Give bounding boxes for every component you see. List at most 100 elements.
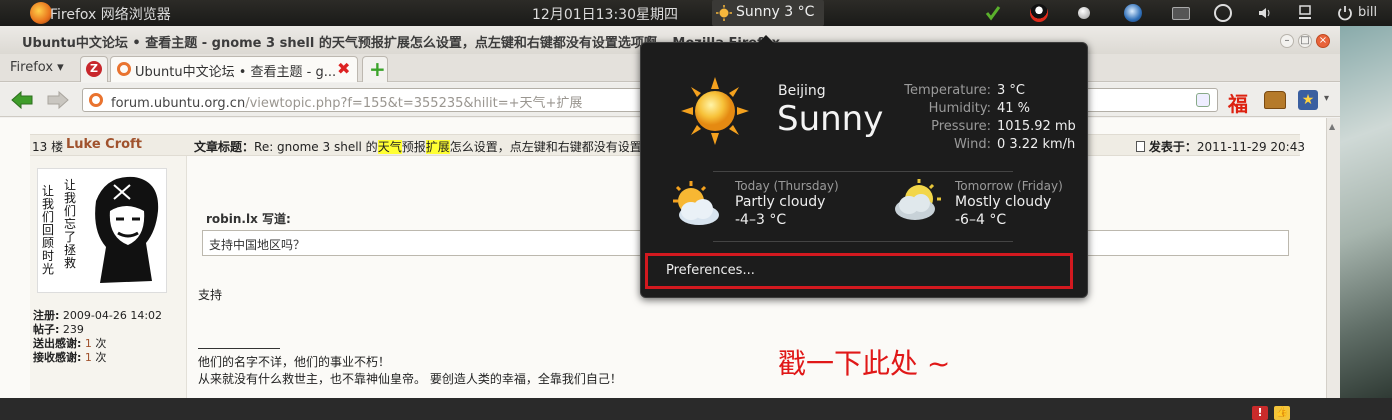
ubuntu-favicon-icon — [117, 62, 131, 76]
app-menu[interactable]: Firefox 网络浏览器 — [50, 4, 171, 24]
power-icon[interactable] — [1336, 4, 1354, 22]
thanks-recv-value[interactable]: 1 — [85, 351, 92, 364]
today-label: Today (Thursday) — [735, 179, 839, 193]
author-stats: 注册: 2009-04-26 14:02 帖子: 239 送出感谢: 1 次 接… — [33, 309, 162, 365]
thumbs-up-icon[interactable]: 👍 — [1274, 406, 1290, 420]
post-floor: 13 楼 — [32, 140, 64, 154]
avatar-text-right: 让我们忘了拯救 — [64, 178, 77, 270]
humidity-value: 41 % — [997, 101, 1031, 116]
subject-label: 文章标题： — [194, 140, 255, 154]
back-arrow-icon[interactable] — [10, 90, 34, 110]
divider — [713, 171, 1013, 172]
weather-popup: Beijing Sunny Temperature: 3 °C Humidity… — [640, 35, 1088, 298]
wind-label: Wind: — [953, 137, 991, 152]
sun-icon — [716, 5, 732, 21]
close-window-button[interactable]: × — [1316, 34, 1330, 48]
close-tab-icon[interactable]: ✖ — [337, 59, 350, 78]
post-date-group: 发表于：2011-11-29 20:43 — [1136, 138, 1305, 155]
temperature-value: 3 °C — [997, 83, 1025, 98]
site-identity-icon — [89, 93, 103, 107]
new-tab-button[interactable]: + — [362, 56, 388, 82]
forward-arrow-icon[interactable] — [46, 90, 70, 110]
tab-title: Ubuntu中文论坛 • 查看主题 - g... — [135, 65, 337, 80]
post-subject: 文章标题：Re: gnome 3 shell 的天气预报扩展怎么设置，点左键和右… — [194, 138, 678, 155]
zotero-icon: Z — [86, 61, 102, 77]
mostly-cloudy-icon — [895, 179, 941, 220]
city-name: Beijing — [778, 83, 826, 99]
today-temp: -4–3 °C — [735, 212, 787, 228]
subject-mid: 预报 — [401, 140, 426, 154]
subject-pre: Re: gnome 3 shell 的 — [254, 140, 378, 154]
weather-indicator-label: Sunny 3 °C — [736, 4, 815, 20]
author-profile: 让我们回顾时光 让我们忘了拯救 注册: 2009-04-26 14:02 帖子:… — [30, 156, 187, 398]
user-name[interactable]: bill — [1358, 5, 1377, 20]
quote-author: robin.lx 写道: — [206, 212, 291, 226]
fu-charm-icon[interactable]: 福 — [1228, 88, 1248, 117]
record-icon[interactable] — [1078, 7, 1090, 19]
posted-label: 发表于： — [1148, 140, 1197, 154]
top-panel: Firefox 网络浏览器 12月01日13:30星期四 Sunny 3 °C … — [0, 0, 1392, 26]
volume-icon[interactable] — [1256, 4, 1274, 22]
check-icon[interactable] — [984, 4, 1002, 22]
quote-text: 支持中国地区吗？ — [209, 238, 306, 252]
divider-2 — [713, 241, 1013, 242]
maximize-button[interactable]: □ — [1298, 34, 1312, 48]
qq-icon[interactable] — [1030, 4, 1048, 22]
avatar-text-left: 让我们回顾时光 — [42, 184, 55, 276]
scroll-up-icon[interactable]: ▲ — [1329, 122, 1335, 131]
signature-line-1: 他们的名字不详，他们的事业不朽！ — [198, 355, 391, 369]
posts-label: 帖子: — [33, 323, 60, 336]
post-icon — [1136, 141, 1145, 152]
popup-caret — [758, 35, 774, 43]
posted-date: 2011-11-29 20:43 — [1196, 140, 1305, 154]
tomorrow-condition: Mostly cloudy — [955, 194, 1052, 210]
url-path: /viewtopic.php?f=155&t=355235&hilit=+天气+… — [245, 96, 583, 111]
post-author[interactable]: Luke Croft — [66, 137, 142, 152]
menu-chevron-icon[interactable]: ▾ — [1324, 93, 1329, 104]
bookmark-star-icon[interactable]: ★ — [1298, 90, 1318, 110]
firefox-menu-label: Firefox — [10, 60, 54, 75]
signature-divider — [198, 348, 280, 349]
tab-active[interactable]: Ubuntu中文论坛 • 查看主题 - g... ✖ — [110, 56, 358, 82]
firefox-logo-icon[interactable] — [30, 2, 52, 24]
reg-value: 2009-04-26 14:02 — [62, 309, 163, 322]
sunny-large-icon — [681, 77, 749, 145]
subject-highlight-2: 扩展 — [425, 140, 450, 154]
tomorrow-label: Tomorrow (Friday) — [955, 179, 1063, 193]
preferences-menu-item[interactable]: Preferences... — [645, 253, 1073, 289]
treasure-icon[interactable] — [1264, 91, 1286, 109]
annotation-text: 戳一下此处 ~ — [778, 347, 951, 380]
report-icon[interactable]: ! — [1252, 406, 1268, 420]
url-host: forum.ubuntu.org.cn — [111, 96, 246, 111]
plus-icon: + — [369, 57, 386, 81]
avatar[interactable]: 让我们回顾时光 让我们忘了拯救 — [37, 168, 167, 293]
rss-icon[interactable] — [1196, 93, 1210, 107]
signature-line-2: 从来就没有什么救世主，也不靠神仙皇帝。 要创造人类的幸福，全靠我们自己！ — [198, 372, 622, 386]
minimize-button[interactable]: – — [1280, 34, 1294, 48]
weather-indicator[interactable]: Sunny 3 °C — [712, 0, 824, 26]
thanks-recv-label: 接收感谢: — [33, 351, 82, 364]
accessibility-icon[interactable] — [1214, 4, 1232, 22]
portrait-icon — [95, 176, 159, 283]
tomorrow-temp: -6–4 °C — [955, 212, 1007, 228]
firefox-menu-button[interactable]: Firefox ▾ — [10, 60, 64, 75]
network-icon[interactable] — [1296, 4, 1314, 22]
humidity-label: Humidity: — [928, 101, 991, 116]
pressure-label: Pressure: — [931, 119, 991, 134]
current-condition: Sunny — [777, 99, 884, 139]
tab-zotero[interactable]: Z — [80, 56, 108, 82]
preferences-label: Preferences... — [666, 263, 755, 278]
pressure-value: 1015.92 mb — [997, 119, 1076, 134]
thanks-sent-unit: 次 — [91, 337, 107, 350]
keyboard-icon[interactable] — [1172, 7, 1190, 20]
clock[interactable]: 12月01日13:30星期四 — [532, 4, 678, 24]
thunderbird-icon[interactable] — [1124, 4, 1142, 22]
thanks-sent-value[interactable]: 1 — [85, 337, 92, 350]
subject-highlight-1: 天气 — [377, 140, 402, 154]
scrollbar[interactable]: ▲ — [1326, 118, 1340, 398]
thanks-sent-label: 送出感谢: — [33, 337, 82, 350]
thanks-recv-unit: 次 — [91, 351, 107, 364]
today-condition: Partly cloudy — [735, 194, 826, 210]
reply-text: 支持 — [198, 288, 223, 302]
reg-label: 注册: — [33, 309, 60, 322]
